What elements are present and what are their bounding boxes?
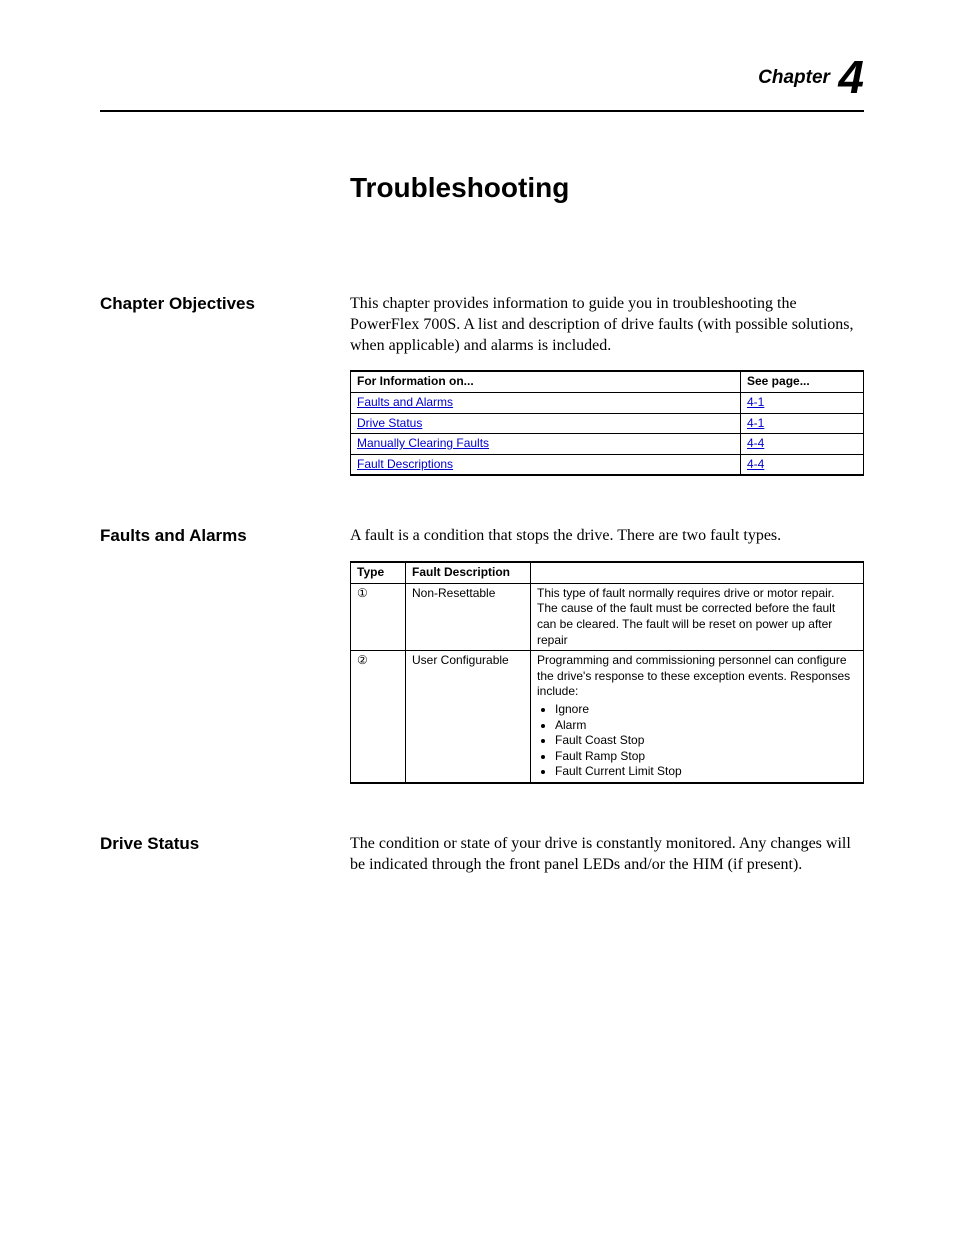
link-drive-status[interactable]: Drive Status — [357, 416, 422, 430]
section-faults-and-alarms: Faults and Alarms A fault is a condition… — [100, 526, 864, 784]
chapter-label-number: 4 — [838, 51, 864, 103]
fault-type-symbol: ② — [351, 651, 406, 783]
para-chapter-objectives: This chapter provides information to gui… — [350, 294, 864, 356]
page: Chapter 4 Troubleshooting Chapter Object… — [0, 0, 954, 889]
list-item: Alarm — [555, 718, 857, 734]
list-item: Fault Current Limit Stop — [555, 764, 857, 780]
info-table-header-page: See page... — [741, 371, 864, 392]
section-chapter-objectives: Chapter Objectives This chapter provides… — [100, 294, 864, 476]
fault-table-row: ① Non-Resettable This type of fault norm… — [351, 583, 864, 650]
link-page-4-1[interactable]: 4-1 — [747, 395, 764, 409]
fault-type-desc-intro: Programming and commissioning personnel … — [537, 653, 850, 698]
info-table-row: Manually Clearing Faults 4-4 — [351, 434, 864, 455]
page-title: Troubleshooting — [350, 172, 864, 204]
fault-table-row: ② User Configurable Programming and comm… — [351, 651, 864, 783]
info-table-row: Fault Descriptions 4-4 — [351, 454, 864, 475]
link-page-4-4[interactable]: 4-4 — [747, 457, 764, 471]
heading-faults-and-alarms: Faults and Alarms — [100, 526, 350, 784]
fault-type-name: Non-Resettable — [406, 583, 531, 650]
link-faults-and-alarms[interactable]: Faults and Alarms — [357, 395, 453, 409]
info-table: For Information on... See page... Faults… — [350, 370, 864, 476]
info-table-row: Faults and Alarms 4-1 — [351, 392, 864, 413]
para-drive-status: The condition or state of your drive is … — [350, 834, 864, 876]
list-item: Fault Coast Stop — [555, 733, 857, 749]
fault-types-table: Type Fault Description ① Non-Resettable … — [350, 561, 864, 784]
list-item: Ignore — [555, 702, 857, 718]
fault-type-name: User Configurable — [406, 651, 531, 783]
fault-table-header-type: Type — [351, 562, 406, 583]
body-drive-status: The condition or state of your drive is … — [350, 834, 864, 890]
chapter-marker: Chapter 4 — [100, 50, 864, 112]
link-page-4-4[interactable]: 4-4 — [747, 436, 764, 450]
fault-responses-list: Ignore Alarm Fault Coast Stop Fault Ramp… — [537, 702, 857, 780]
fault-type-desc-cell: Programming and commissioning personnel … — [531, 651, 864, 783]
list-item: Fault Ramp Stop — [555, 749, 857, 765]
heading-chapter-objectives: Chapter Objectives — [100, 294, 350, 476]
link-page-4-1[interactable]: 4-1 — [747, 416, 764, 430]
link-fault-descriptions[interactable]: Fault Descriptions — [357, 457, 453, 471]
body-faults-and-alarms: A fault is a condition that stops the dr… — [350, 526, 864, 784]
info-table-header-topic: For Information on... — [351, 371, 741, 392]
fault-type-symbol: ① — [351, 583, 406, 650]
fault-type-desc: This type of fault normally requires dri… — [531, 583, 864, 650]
para-faults-and-alarms: A fault is a condition that stops the dr… — [350, 526, 864, 547]
body-chapter-objectives: This chapter provides information to gui… — [350, 294, 864, 476]
chapter-label-word: Chapter — [758, 67, 830, 88]
fault-table-header-blank — [531, 562, 864, 583]
section-drive-status: Drive Status The condition or state of y… — [100, 834, 864, 890]
link-manually-clearing-faults[interactable]: Manually Clearing Faults — [357, 436, 489, 450]
heading-drive-status: Drive Status — [100, 834, 350, 890]
info-table-row: Drive Status 4-1 — [351, 413, 864, 434]
fault-table-header-desc: Fault Description — [406, 562, 531, 583]
